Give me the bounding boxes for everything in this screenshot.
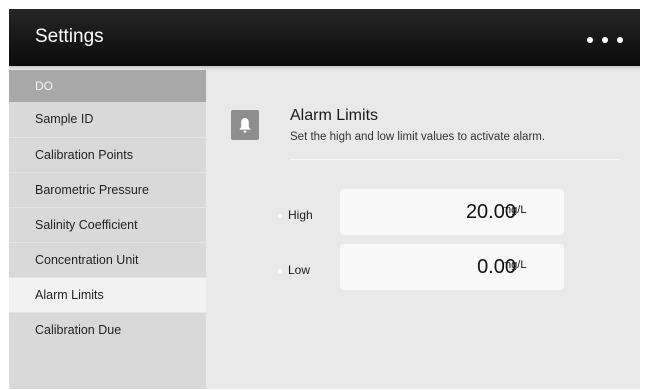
low-label: Low — [288, 263, 311, 277]
sidebar-item-sample-id[interactable]: Sample ID — [9, 102, 206, 137]
page-title: Settings — [35, 26, 104, 47]
more-dot — [602, 37, 608, 43]
device-screen: Settings DO Sample ID Calibration Points… — [9, 9, 640, 389]
sidebar-item-barometric-pressure[interactable]: Barometric Pressure — [9, 172, 206, 207]
sidebar-item-calibration-points[interactable]: Calibration Points — [9, 137, 206, 172]
sidebar-item-calibration-due[interactable]: Calibration Due — [9, 312, 206, 347]
low-unit: mg/L — [502, 259, 527, 271]
title-bar: Settings — [9, 9, 640, 66]
sidebar-group-do: DO — [9, 70, 206, 102]
high-label: High — [288, 208, 313, 222]
section-subtitle: Set the high and low limit values to act… — [290, 131, 546, 143]
high-unit: mg/L — [502, 204, 527, 216]
divider — [290, 159, 620, 160]
high-value-field[interactable]: 20.00 mg/L — [340, 189, 564, 235]
sidebar-item-concentration-unit[interactable]: Concentration Unit — [9, 242, 206, 277]
bell-icon-glyph — [239, 117, 251, 133]
more-dot — [617, 37, 623, 43]
sidebar: DO Sample ID Calibration Points Barometr… — [9, 70, 206, 389]
more-dot — [587, 37, 593, 43]
bell-icon — [231, 110, 259, 140]
more-horizontal-icon[interactable] — [587, 37, 623, 43]
bullet-dot — [278, 269, 282, 273]
low-value-field[interactable]: 0.00 mg/L — [340, 244, 564, 290]
main-content: Alarm Limits Set the high and low limit … — [206, 70, 640, 389]
bullet-dot — [278, 214, 282, 218]
section-title: Alarm Limits — [290, 107, 379, 124]
sidebar-item-alarm-limits[interactable]: Alarm Limits — [9, 277, 206, 312]
sidebar-item-salinity-coefficient[interactable]: Salinity Coefficient — [9, 207, 206, 242]
